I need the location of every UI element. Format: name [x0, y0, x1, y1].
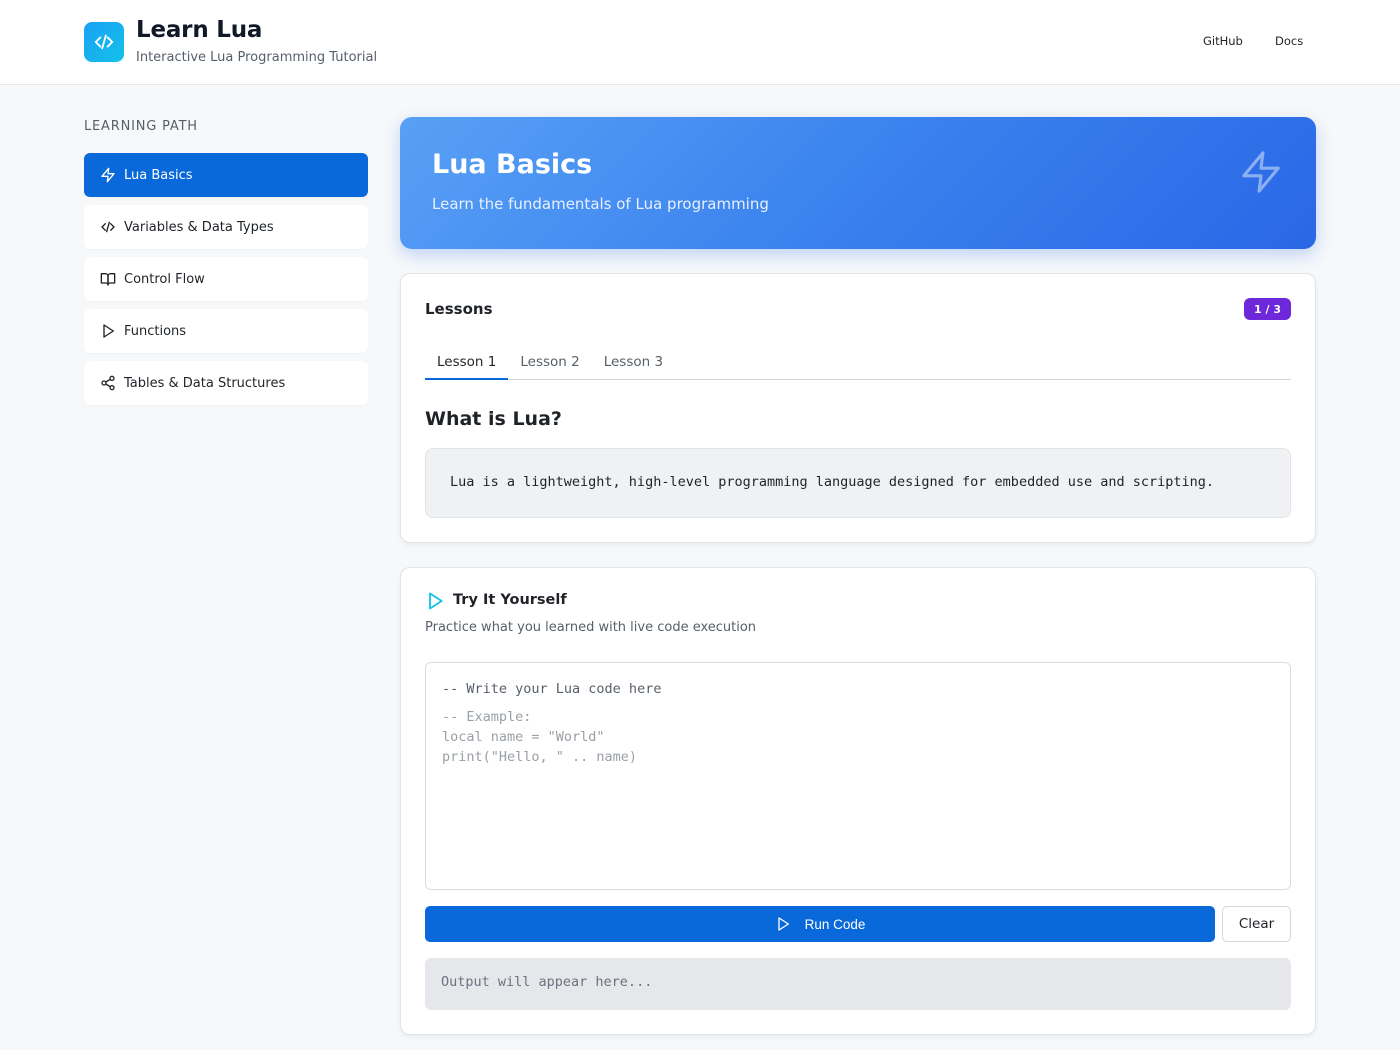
code-editor[interactable]: -- Write your Lua code here -- Example: …: [425, 662, 1291, 890]
module-hero: Lua Basics Learn the fundamentals of Lua…: [400, 117, 1316, 249]
play-icon: [777, 917, 789, 931]
code-icon: [101, 221, 115, 233]
play-icon: [103, 324, 114, 338]
code-icon: [94, 34, 114, 50]
editor-comment: -- Write your Lua code here: [442, 681, 662, 697]
sidebar-item-label: Tables & Data Structures: [124, 375, 286, 391]
lesson-tabs: Lesson 1 Lesson 2 Lesson 3: [425, 346, 1291, 380]
sidebar-item-label: Variables & Data Types: [124, 219, 274, 235]
sidebar-item-control-flow[interactable]: Control Flow: [84, 257, 368, 301]
nav-link-docs[interactable]: Docs: [1275, 34, 1303, 48]
sidebar-item-label: Functions: [124, 323, 187, 339]
share-icon: [101, 375, 115, 391]
app-logo: [84, 22, 124, 62]
run-code-button[interactable]: Run Code: [425, 906, 1215, 942]
lesson-content: Lua is a lightweight, high-level program…: [425, 448, 1291, 518]
clear-button[interactable]: Clear: [1222, 906, 1291, 942]
playground-card: Try It Yourself Practice what you learne…: [400, 567, 1316, 1035]
app-subtitle: Interactive Lua Programming Tutorial: [136, 50, 378, 65]
nav-link-github[interactable]: GitHub: [1203, 34, 1243, 48]
tab-lesson-1[interactable]: Lesson 1: [425, 346, 509, 380]
hero-subtitle: Learn the fundamentals of Lua programmin…: [432, 195, 769, 213]
hero-title: Lua Basics: [432, 149, 593, 180]
sidebar-item-functions[interactable]: Functions: [84, 309, 368, 353]
lessons-card: Lessons 1 / 3 Lesson 1 Lesson 2 Lesson 3…: [400, 273, 1316, 543]
lightning-icon: [101, 167, 115, 183]
playground-subtitle: Practice what you learned with live code…: [425, 620, 757, 635]
sidebar-item-variables[interactable]: Variables & Data Types: [84, 205, 368, 249]
editor-example: -- Example: local name = "World" print("…: [442, 709, 638, 765]
playground-title: Try It Yourself: [453, 592, 567, 608]
lightning-icon: [1242, 151, 1280, 193]
sidebar-item-lua-basics[interactable]: Lua Basics: [84, 153, 368, 197]
play-icon: [429, 592, 443, 610]
sidebar-item-label: Control Flow: [124, 271, 205, 287]
sidebar-item-tables[interactable]: Tables & Data Structures: [84, 361, 368, 405]
tab-lesson-2[interactable]: Lesson 2: [508, 346, 591, 380]
lesson-heading: What is Lua?: [425, 408, 562, 430]
lesson-progress-badge: 1 / 3: [1244, 298, 1291, 320]
tab-lesson-3[interactable]: Lesson 3: [592, 346, 675, 380]
sidebar-heading: LEARNING PATH: [84, 119, 198, 134]
lessons-title: Lessons: [425, 300, 493, 318]
run-code-label: Run Code: [804, 916, 866, 932]
sidebar-item-label: Lua Basics: [124, 167, 193, 183]
app-title: Learn Lua: [136, 17, 263, 43]
top-header: Learn Lua Interactive Lua Programming Tu…: [0, 0, 1400, 85]
book-icon: [100, 273, 116, 286]
output-panel: Output will appear here...: [425, 958, 1291, 1010]
